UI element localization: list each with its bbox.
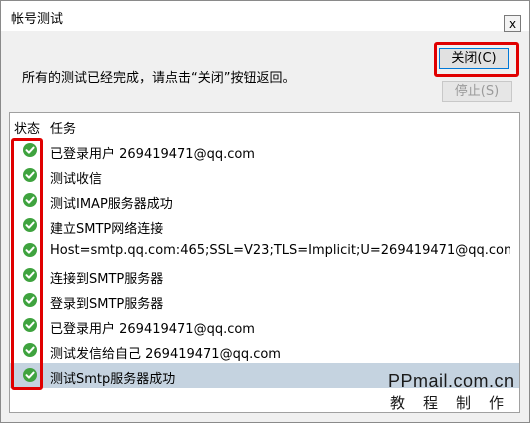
list-item[interactable]: 已登录用户 269419471@qq.com — [10, 138, 519, 163]
list-item[interactable]: 登录到SMTP服务器 — [10, 288, 519, 313]
task-text: 建立SMTP网络连接 — [50, 222, 164, 237]
task-text: 测试收信 — [50, 172, 103, 187]
completion-message: 所有的测试已经完成，请点击“关闭”按钮返回。 — [22, 71, 296, 86]
list-item[interactable]: 建立SMTP网络连接 — [10, 213, 519, 238]
watermark-caption: 教程制作 — [390, 394, 523, 412]
title-bar: 帐号测试 — [1, 1, 529, 31]
list-item[interactable]: Host=smtp.qq.com:465;SSL=V23;TLS=Implici… — [10, 238, 519, 263]
task-text: 已登录用户 269419471@qq.com — [50, 147, 255, 162]
task-text: 测试发信给自己 269419471@qq.com — [50, 347, 281, 362]
list-item[interactable]: 测试IMAP服务器成功 — [10, 188, 519, 213]
close-button-highlight-box — [434, 42, 519, 77]
task-text: 测试IMAP服务器成功 — [50, 197, 173, 212]
window-title: 帐号测试 — [11, 12, 64, 27]
task-text: Host=smtp.qq.com:465;SSL=V23;TLS=Implici… — [50, 243, 510, 258]
list-item[interactable]: 测试发信给自己 269419471@qq.com — [10, 338, 519, 363]
list-item[interactable]: 测试收信 — [10, 163, 519, 188]
task-text: 已登录用户 269419471@qq.com — [50, 322, 255, 337]
status-column-highlight-box — [11, 138, 43, 390]
stop-button: 停止(S) — [442, 81, 512, 102]
list-header: 状态 任务 — [10, 113, 519, 137]
close-icon[interactable]: x — [504, 15, 521, 32]
watermark-site: PPmail.com.cn — [388, 371, 515, 391]
column-header-task[interactable]: 任务 — [50, 118, 76, 137]
list-item[interactable]: 已登录用户 269419471@qq.com — [10, 313, 519, 338]
task-list[interactable]: 状态 任务 已登录用户 269419471@qq.com 测试收信测试IMAP服务… — [9, 112, 520, 413]
list-item[interactable]: 连接到SMTP服务器 — [10, 263, 519, 288]
column-header-status[interactable]: 状态 — [14, 118, 40, 137]
task-text: 登录到SMTP服务器 — [50, 297, 164, 312]
watermark: PPmail.com.cn 教程制作 — [388, 371, 522, 413]
account-test-dialog: 帐号测试 x 所有的测试已经完成，请点击“关闭”按钮返回。 关闭(C) 停止(S… — [0, 0, 530, 423]
task-text: 连接到SMTP服务器 — [50, 272, 164, 287]
